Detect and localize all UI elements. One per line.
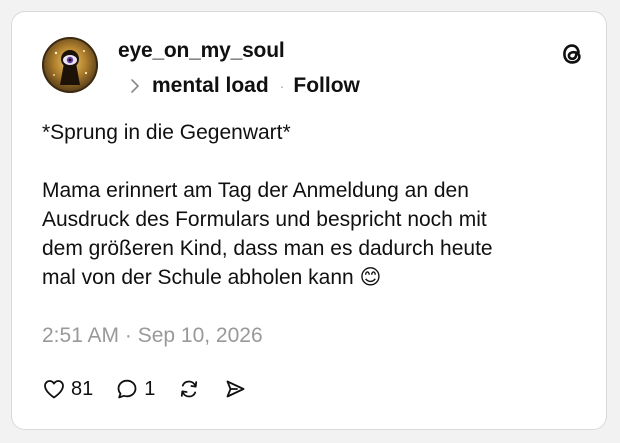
repost-icon [177, 377, 201, 401]
avatar[interactable] [42, 37, 98, 93]
threads-logo-icon[interactable] [557, 39, 587, 69]
share-button[interactable] [223, 377, 247, 401]
reply-button[interactable]: 1 [115, 377, 155, 401]
threads-post-card: eye_on_my_soul mental load · Follow *Spr… [11, 11, 607, 430]
topic-tag[interactable]: mental load [152, 74, 269, 98]
action-bar: 81 1 [42, 374, 269, 404]
like-button[interactable]: 81 [42, 377, 93, 401]
send-icon [223, 377, 247, 401]
repost-button[interactable] [177, 377, 201, 401]
reply-count: 1 [144, 377, 156, 400]
post-timestamp: 2:51 AM · Sep 10, 2026 [42, 324, 263, 347]
post-text: *Sprung in die Gegenwart* Mama erinnert … [42, 121, 493, 289]
topic-row: mental load · Follow [126, 72, 360, 100]
separator-dot: · [279, 78, 285, 94]
username[interactable]: eye_on_my_soul [118, 39, 285, 63]
heart-icon [42, 377, 66, 401]
like-count: 81 [71, 377, 94, 400]
chevron-right-icon [126, 77, 144, 95]
follow-button[interactable]: Follow [293, 74, 360, 98]
speech-bubble-icon [115, 377, 139, 401]
